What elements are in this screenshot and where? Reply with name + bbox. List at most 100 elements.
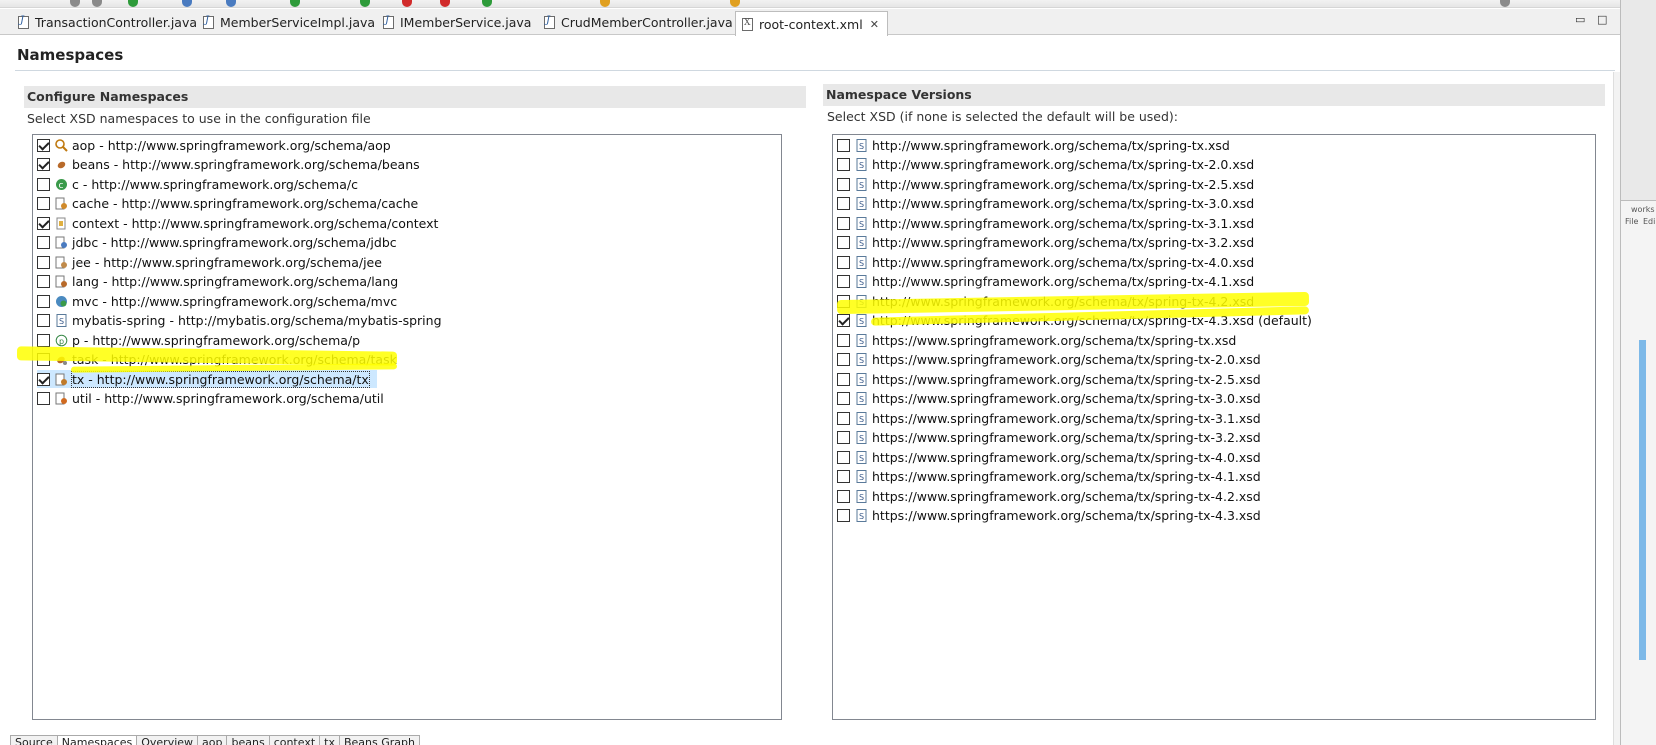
xsd-version-item[interactable]: Shttps://www.springframework.org/schema/…	[837, 429, 1261, 447]
xsd-version-item[interactable]: Shttps://www.springframework.org/schema/…	[837, 507, 1261, 525]
namespace-item[interactable]: lang - http://www.springframework.org/sc…	[37, 273, 398, 291]
tab-imember-service[interactable]: IMemberService.java	[377, 11, 539, 34]
xsd-version-item[interactable]: Shttp://www.springframework.org/schema/t…	[837, 253, 1254, 271]
namespace-checkbox[interactable]	[37, 255, 50, 269]
xsd-version-item[interactable]: Shttps://www.springframework.org/schema/…	[837, 468, 1261, 486]
namespace-item[interactable]: jee - http://www.springframework.org/sch…	[37, 253, 382, 271]
namespace-checkbox[interactable]	[37, 353, 50, 366]
xsd-version-item[interactable]: Shttp://www.springframework.org/schema/t…	[837, 136, 1230, 154]
xsd-version-checkbox[interactable]	[837, 489, 850, 503]
xsd-version-checkbox[interactable]	[837, 372, 850, 386]
debug-icon[interactable]	[290, 0, 300, 7]
xsd-version-checkbox[interactable]	[837, 255, 850, 269]
namespace-list[interactable]: aop - http://www.springframework.org/sch…	[32, 134, 782, 720]
xsd-version-checkbox[interactable]	[837, 333, 850, 347]
maximize-icon[interactable]: □	[1597, 13, 1609, 26]
xsd-version-item[interactable]: Shttps://www.springframework.org/schema/…	[837, 370, 1261, 388]
page-tab-namespaces[interactable]: Namespaces	[56, 735, 138, 745]
xsd-version-checkbox[interactable]	[837, 294, 850, 308]
page-tab-context[interactable]: context	[268, 735, 321, 745]
xsd-version-item[interactable]: Shttps://www.springframework.org/schema/…	[837, 351, 1261, 369]
toolbar-button-icon[interactable]	[92, 0, 102, 7]
xsd-version-item[interactable]: Shttps://www.springframework.org/schema/…	[837, 390, 1261, 408]
xsd-version-checkbox[interactable]	[837, 431, 850, 444]
namespace-checkbox[interactable]	[37, 314, 50, 327]
namespace-checkbox[interactable]	[37, 138, 50, 152]
namespace-checkbox[interactable]	[37, 216, 50, 230]
toolbar-button-icon[interactable]	[482, 0, 492, 7]
page-tab-beans-graph[interactable]: Beans Graph	[338, 735, 420, 745]
namespace-item[interactable]: cache - http://www.springframework.org/s…	[37, 195, 418, 213]
namespace-item[interactable]: util - http://www.springframework.org/sc…	[37, 390, 384, 408]
xsd-version-checkbox[interactable]	[837, 158, 850, 171]
tab-crud-member-controller[interactable]: CrudMemberController.java	[538, 11, 741, 34]
page-tab-aop[interactable]: aop	[197, 735, 228, 745]
namespace-checkbox[interactable]	[37, 236, 50, 249]
namespace-checkbox[interactable]	[37, 294, 50, 308]
run-icon[interactable]	[128, 0, 138, 7]
stop-icon[interactable]	[440, 0, 450, 7]
xsd-version-checkbox[interactable]	[837, 216, 850, 230]
xsd-version-item[interactable]: Shttps://www.springframework.org/schema/…	[837, 331, 1236, 349]
xsd-version-item[interactable]: Shttp://www.springframework.org/schema/t…	[837, 156, 1254, 174]
xsd-version-checkbox[interactable]	[837, 450, 850, 464]
xsd-version-checkbox[interactable]	[837, 509, 850, 522]
xsd-version-item[interactable]: Shttp://www.springframework.org/schema/t…	[837, 214, 1254, 232]
xsd-version-item[interactable]: Shttps://www.springframework.org/schema/…	[837, 448, 1261, 466]
namespace-item[interactable]: context - http://www.springframework.org…	[37, 214, 438, 232]
xsd-version-item[interactable]: Shttp://www.springframework.org/schema/t…	[837, 175, 1254, 193]
xsd-version-checkbox[interactable]	[837, 411, 850, 425]
page-tab-overview[interactable]: Overview	[136, 735, 199, 745]
tab-member-service-impl[interactable]: MemberServiceImpl.java	[197, 11, 383, 34]
namespace-checkbox[interactable]	[37, 392, 50, 405]
tab-root-context-xml[interactable]: root-context.xml ✕	[735, 11, 888, 36]
stop-icon[interactable]	[402, 0, 412, 7]
page-tab-tx[interactable]: tx	[319, 735, 340, 745]
namespace-checkbox[interactable]	[37, 197, 50, 210]
xsd-version-checkbox[interactable]	[837, 353, 850, 366]
namespace-item[interactable]: beans - http://www.springframework.org/s…	[37, 156, 420, 174]
namespace-item[interactable]: Smybatis-spring - http://mybatis.org/sch…	[37, 312, 442, 330]
xsd-version-checkbox[interactable]	[837, 177, 850, 191]
toolbar-button-icon[interactable]	[182, 0, 192, 7]
namespace-checkbox[interactable]	[37, 275, 50, 288]
xsd-version-checkbox[interactable]	[837, 197, 850, 210]
namespace-item[interactable]: tx - http://www.springframework.org/sche…	[37, 370, 377, 388]
toolbar-button-icon[interactable]	[226, 0, 236, 7]
page-tab-beans[interactable]: beans	[226, 735, 270, 745]
namespace-item[interactable]: jdbc - http://www.springframework.org/sc…	[37, 234, 397, 252]
namespace-item[interactable]: aop - http://www.springframework.org/sch…	[37, 136, 391, 154]
server-icon[interactable]	[360, 0, 370, 7]
xsd-version-checkbox[interactable]	[837, 275, 850, 288]
toolbar-button-icon[interactable]	[70, 0, 80, 7]
toolbar-button-icon[interactable]	[1500, 0, 1510, 7]
toolbar-button-icon[interactable]	[730, 0, 740, 7]
xsd-version-list[interactable]: Shttp://www.springframework.org/schema/t…	[832, 134, 1596, 720]
namespace-item[interactable]: mvc - http://www.springframework.org/sch…	[37, 292, 397, 310]
page-tab-source[interactable]: Source	[10, 735, 58, 745]
xsd-version-item[interactable]: Shttps://www.springframework.org/schema/…	[837, 487, 1261, 505]
toolbar-button-icon[interactable]	[600, 0, 610, 7]
namespace-item[interactable]: task - http://www.springframework.org/sc…	[37, 351, 397, 369]
xsd-version-item[interactable]: Shttp://www.springframework.org/schema/t…	[837, 292, 1254, 310]
namespace-checkbox[interactable]	[37, 158, 50, 171]
tab-transaction-controller[interactable]: TransactionController.java	[12, 11, 205, 34]
namespace-checkbox[interactable]	[37, 333, 50, 347]
xsd-version-checkbox[interactable]	[837, 138, 850, 152]
xsd-version-item[interactable]: Shttp://www.springframework.org/schema/t…	[837, 273, 1254, 291]
namespace-item[interactable]: c c - http://www.springframework.org/sche…	[37, 175, 358, 193]
close-icon[interactable]: ✕	[870, 18, 879, 31]
svg-text:S: S	[859, 395, 864, 404]
xsd-version-checkbox[interactable]	[837, 470, 850, 483]
xsd-version-item[interactable]: Shttp://www.springframework.org/schema/t…	[837, 195, 1254, 213]
xsd-version-checkbox[interactable]	[837, 236, 850, 249]
namespace-checkbox[interactable]	[37, 177, 50, 191]
namespace-item[interactable]: p p - http://www.springframework.org/sche…	[37, 331, 360, 349]
minimize-icon[interactable]: ▭	[1575, 13, 1587, 26]
xsd-version-checkbox[interactable]	[837, 392, 850, 405]
xsd-version-item[interactable]: Shttp://www.springframework.org/schema/t…	[837, 312, 1312, 330]
namespace-checkbox[interactable]	[37, 372, 50, 386]
xsd-version-item[interactable]: Shttp://www.springframework.org/schema/t…	[837, 234, 1254, 252]
xsd-version-item[interactable]: Shttps://www.springframework.org/schema/…	[837, 409, 1261, 427]
xsd-version-checkbox[interactable]	[837, 314, 850, 327]
